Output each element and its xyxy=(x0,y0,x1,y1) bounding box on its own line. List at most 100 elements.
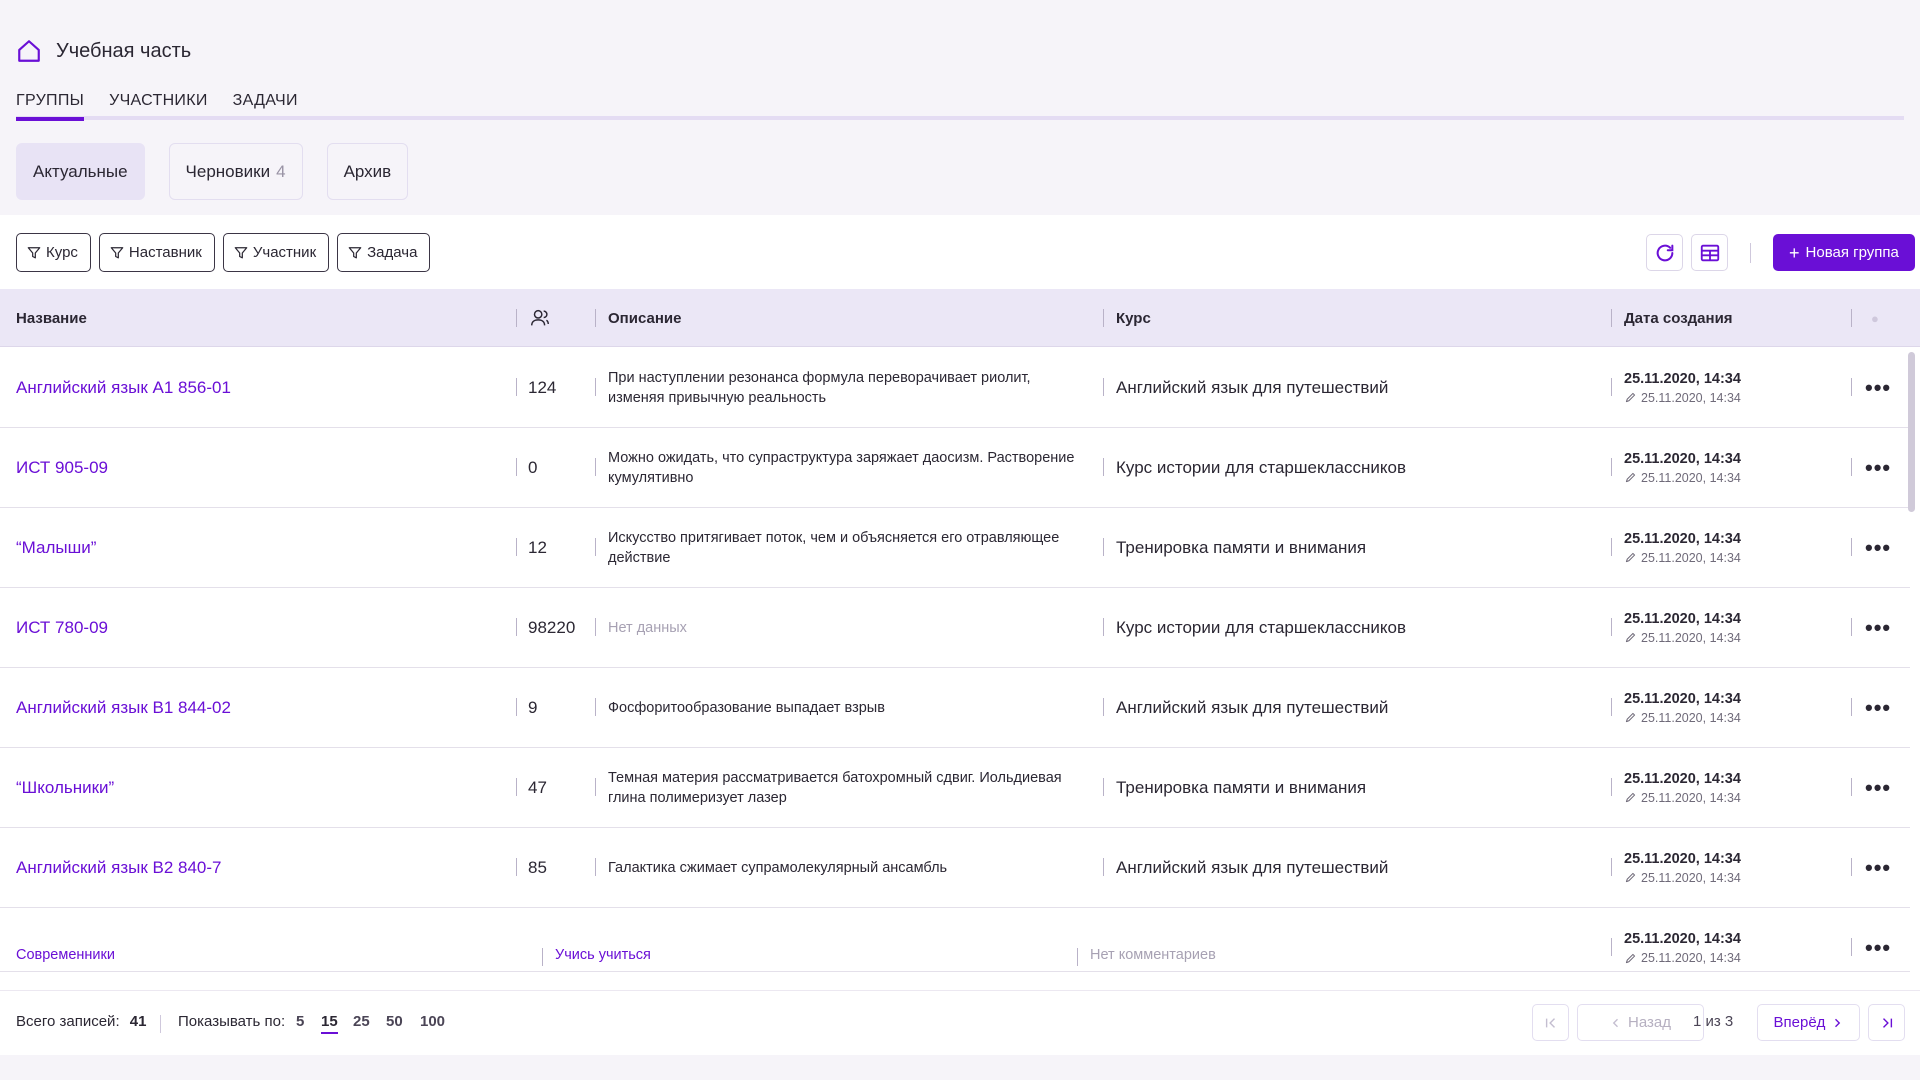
segment-archive[interactable]: Архив xyxy=(326,143,409,200)
first-page-button[interactable] xyxy=(1532,1004,1569,1041)
filter-mentor-button[interactable]: Наставник xyxy=(98,233,215,272)
edit-icon xyxy=(1625,552,1636,563)
group-name-link[interactable]: Английский язык А1 856-01 xyxy=(16,348,231,427)
group-name-link[interactable]: Современники xyxy=(16,908,115,971)
created-value: 25.11.2020, 14:34 xyxy=(1624,770,1741,787)
new-group-label: Новая группа xyxy=(1805,244,1899,261)
new-group-button[interactable]: + Новая группа xyxy=(1773,234,1915,271)
prev-label: Назад xyxy=(1628,1014,1671,1031)
group-name-link[interactable]: Английский язык В1 844-02 xyxy=(16,668,231,747)
prev-page-button[interactable]: Назад xyxy=(1577,1004,1704,1041)
last-page-icon xyxy=(1882,1017,1892,1028)
row-menu-button[interactable]: ••• xyxy=(1865,508,1891,587)
edited-value: 25.11.2020, 14:34 xyxy=(1641,951,1741,965)
home-icon[interactable] xyxy=(16,38,42,64)
table-row[interactable]: Современники Учись учиться Нет комментарие… xyxy=(0,908,1910,972)
participants-count: 85 xyxy=(528,857,547,877)
cell-divider xyxy=(1851,458,1852,476)
chevron-left-icon xyxy=(1612,1018,1618,1027)
tab-groups[interactable]: ГРУППЫ xyxy=(16,88,85,121)
filter-participant-button[interactable]: Участник xyxy=(222,233,330,272)
table-row[interactable]: Английский язык В2 840-7 85 Галактика сжим… xyxy=(0,828,1910,908)
page-size-25[interactable]: 25 xyxy=(353,1013,370,1030)
group-name-link[interactable]: “Малыши” xyxy=(16,508,96,587)
row-menu-button[interactable]: ••• xyxy=(1865,748,1891,827)
tab-participants[interactable]: УЧАСТНИКИ xyxy=(109,88,208,120)
group-name-link[interactable]: Английский язык В2 840-7 xyxy=(16,828,222,907)
column-created[interactable]: Дата создания xyxy=(1624,289,1733,347)
last-page-button[interactable] xyxy=(1868,1004,1905,1041)
cell-divider xyxy=(595,778,596,796)
group-name-link[interactable]: “Школьники” xyxy=(16,748,114,827)
cell-divider xyxy=(1611,778,1612,796)
page-size-15[interactable]: 15 xyxy=(321,1013,338,1034)
participants-count: 9 xyxy=(528,697,538,717)
column-divider xyxy=(595,309,596,327)
edited-date: 25.11.2020, 14:34 xyxy=(1624,631,1741,645)
column-description[interactable]: Описание xyxy=(608,289,681,347)
cell-divider xyxy=(516,618,517,636)
row-menu-button[interactable]: ••• xyxy=(1865,828,1891,907)
course-link[interactable]: Учись учиться xyxy=(555,908,651,971)
table-row[interactable]: Английский язык А1 856-01 124 При наступле… xyxy=(0,348,1910,428)
cell-divider xyxy=(595,378,596,396)
cell-divider xyxy=(516,538,517,556)
column-course[interactable]: Курс xyxy=(1116,289,1151,347)
page-size-100[interactable]: 100 xyxy=(420,1013,445,1030)
filter-icon xyxy=(27,246,41,258)
next-page-button[interactable]: Вперёд xyxy=(1757,1004,1860,1041)
chevron-right-icon xyxy=(1835,1018,1841,1027)
created-value: 25.11.2020, 14:34 xyxy=(1624,370,1741,387)
table-scrollbar[interactable] xyxy=(1908,352,1915,512)
row-menu-button[interactable]: ••• xyxy=(1865,588,1891,667)
pagination-bar: Всего записей: 41 Показывать по: 5 15 25… xyxy=(0,990,1920,1055)
group-course: Английский язык для путешествий xyxy=(1116,697,1389,717)
table-settings-button[interactable] xyxy=(1691,234,1728,271)
edited-value: 25.11.2020, 14:34 xyxy=(1641,710,1741,725)
edited-date: 25.11.2020, 14:34 xyxy=(1624,871,1741,885)
group-course: Тренировка памяти и внимания xyxy=(1116,777,1367,797)
column-name[interactable]: Название xyxy=(16,289,87,347)
cell-divider xyxy=(1103,458,1104,476)
first-page-icon xyxy=(1545,1017,1555,1028)
row-menu-button[interactable]: ••• xyxy=(1865,668,1891,747)
table-row[interactable]: “Школьники” 47 Темная материя рассматривае… xyxy=(0,748,1910,828)
toolbar-divider xyxy=(1750,242,1751,263)
cell-divider xyxy=(1851,538,1852,556)
created-value: 25.11.2020, 14:34 xyxy=(1624,931,1741,947)
row-menu-button[interactable]: ••• xyxy=(1865,428,1891,507)
filter-icon xyxy=(348,246,362,258)
row-menu-button[interactable]: ••• xyxy=(1865,908,1891,971)
table-row[interactable]: ИСТ 780-09 98220 Нет данных Курс истории дл… xyxy=(0,588,1910,668)
table-actions: + Новая группа xyxy=(1646,234,1915,271)
group-name-link[interactable]: ИСТ 905-09 xyxy=(16,428,108,507)
segment-current[interactable]: Актуальные xyxy=(16,143,145,200)
group-name-link[interactable]: ИСТ 780-09 xyxy=(16,588,108,667)
cell-divider xyxy=(1851,938,1852,956)
page-size-50[interactable]: 50 xyxy=(386,1013,403,1030)
participants-count: 0 xyxy=(528,457,538,477)
table-row[interactable]: ИСТ 905-09 0 Можно ожидать, что супраструк… xyxy=(0,428,1910,508)
page-size-5[interactable]: 5 xyxy=(296,1013,304,1030)
cell-divider xyxy=(1103,538,1104,556)
refresh-icon xyxy=(1656,244,1673,261)
filter-course-button[interactable]: Курс xyxy=(16,233,91,272)
row-menu-button[interactable]: ••• xyxy=(1865,348,1891,427)
edit-icon xyxy=(1625,632,1636,643)
segment-drafts[interactable]: Черновики 4 xyxy=(168,143,303,200)
column-divider xyxy=(1103,309,1104,327)
table-icon xyxy=(1700,244,1719,261)
table-row[interactable]: “Малыши” 12 Искусство притягивает поток, ч… xyxy=(0,508,1910,588)
page-info: 1 из 3 xyxy=(1693,1013,1734,1030)
filter-task-button[interactable]: Задача xyxy=(337,233,431,272)
created-date: 25.11.2020, 14:34 25.11.2020, 14:34 xyxy=(1624,508,1741,587)
tab-tasks[interactable]: ЗАДАЧИ xyxy=(233,88,298,120)
refresh-button[interactable] xyxy=(1646,234,1683,271)
table-row[interactable]: Английский язык В1 844-02 9 Фосфоритообраз… xyxy=(0,668,1910,748)
edited-value: 25.11.2020, 14:34 xyxy=(1641,550,1741,565)
filter-toolbar: Курс Наставник Участник Задача xyxy=(16,233,431,272)
column-participants[interactable] xyxy=(529,289,551,347)
cell-divider xyxy=(595,618,596,636)
column-settings-dot[interactable]: ● xyxy=(1871,289,1879,347)
group-comment: Нет комментариев xyxy=(1090,947,1216,963)
